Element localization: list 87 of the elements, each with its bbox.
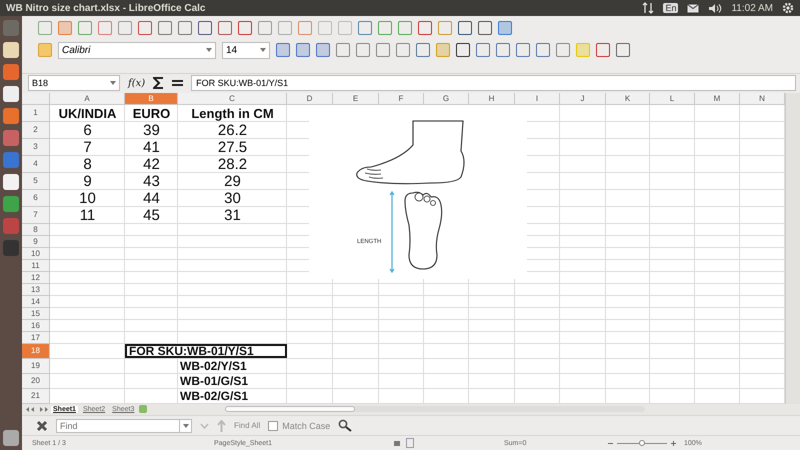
row-header[interactable]: 1 [22,105,50,122]
dropdown-arrow-icon[interactable] [260,48,266,52]
table-cell-text: 45 [142,207,161,224]
zoom-slider[interactable] [639,440,645,446]
column-header[interactable]: A [50,93,125,106]
row-header[interactable]: 15 [22,308,50,320]
network-icon[interactable] [642,2,654,14]
table-cell-text: WB-02/G/S1 [179,389,250,404]
table-cell-text: WB-02/Y/S1 [179,359,248,374]
table-cell-text: 42 [142,156,161,172]
formula-input[interactable]: FOR SKU:WB-01/Y/S1 [191,75,796,92]
font-name-field[interactable]: Calibri [58,42,216,59]
zoom-in-icon[interactable] [671,440,676,446]
table-cell-text: 8 [82,156,93,172]
find-replace-icon[interactable] [338,419,352,432]
row-header[interactable]: 4 [22,156,50,174]
row-header[interactable]: 21 [22,389,50,404]
column-header[interactable]: M [695,93,740,106]
table-cell-text: EURO [132,105,172,122]
zoom-out-icon[interactable] [608,440,613,446]
table-cell-text: 10 [78,190,97,206]
row-header[interactable]: 10 [22,248,50,260]
table-cell-text: 39 [142,122,161,138]
sheet-navigation-icon[interactable] [26,406,48,412]
table-cell-text: 27.5 [216,139,248,156]
table-cell-text: 43 [142,173,161,190]
column-header[interactable]: J [560,93,606,106]
font-size-field[interactable]: 14 [222,42,270,59]
envelope-icon[interactable] [687,4,700,12]
match-case-checkbox[interactable] [268,420,278,431]
speaker-icon[interactable] [708,2,722,14]
clock[interactable]: 11:02 AM [731,2,773,14]
column-header[interactable]: H [469,93,515,106]
table-cell-text: 11 [78,207,96,224]
find-field[interactable]: Find [56,418,180,433]
row-header[interactable]: 9 [22,236,50,248]
row-header[interactable]: 13 [22,284,50,296]
column-header[interactable]: E [333,93,379,106]
vertical-scrollbar[interactable] [785,93,800,404]
table-cell-text: 6 [82,122,93,138]
table-cell-text: 9 [82,173,93,190]
row-header[interactable]: 8 [22,224,50,236]
close-icon[interactable] [36,420,48,432]
row-header[interactable]: 7 [22,207,50,224]
column-header[interactable]: D [287,93,333,106]
row-header[interactable]: 12 [22,272,50,284]
keyboard-layout[interactable]: En [663,3,678,13]
table-cell-text: 41 [142,139,161,156]
column-header[interactable]: G [424,93,469,106]
horizontal-scrollbar[interactable] [225,406,646,412]
row-header[interactable]: 16 [22,320,50,332]
window-title: WB Nitro size chart.xlsx - LibreOffice Calc [6,2,206,14]
table-cell-text: 44 [142,190,161,206]
function-wizard-button[interactable]: f(x) [128,78,146,89]
row-header[interactable]: 17 [22,332,50,344]
column-header[interactable]: L [650,93,695,106]
row-header[interactable]: 20 [22,374,50,390]
table-cell-text: 7 [82,139,93,156]
table-cell-text: 31 [223,207,242,224]
row-header[interactable]: 14 [22,296,50,308]
column-header[interactable]: F [379,93,424,106]
row-header[interactable]: 3 [22,139,50,156]
sum-icon[interactable] [153,77,164,90]
table-cell-text: Length in CM [190,105,275,122]
table-cell-text: 30 [223,190,242,206]
column-header[interactable]: I [515,93,560,106]
row-header[interactable]: 5 [22,173,50,190]
table-cell-text: 29 [223,173,242,190]
row-header[interactable]: 2 [22,122,50,140]
row-header[interactable]: 11 [22,260,50,272]
table-cell-text: WB-01/G/S1 [179,374,250,388]
dropdown-arrow-icon[interactable] [206,48,212,52]
row-header[interactable]: 6 [22,190,50,208]
table-cell: FOR SKU:WB-01/Y/S1 [125,344,287,358]
table-cell-text: 28.2 [216,156,248,172]
dropdown-arrow-icon[interactable] [182,424,188,428]
table-cell-text: UK/INDIA [58,105,118,122]
equals-icon[interactable] [172,79,184,88]
column-header[interactable]: K [606,93,650,106]
table-cell-text: 26.2 [216,122,248,138]
name-box[interactable]: B18 [28,75,120,92]
dropdown-button[interactable] [180,418,192,433]
row-header[interactable]: 19 [22,359,50,374]
column-header[interactable]: C [178,93,287,106]
gear-icon[interactable] [782,2,794,14]
dropdown-arrow-icon[interactable] [110,81,116,86]
column-header[interactable]: N [740,93,785,106]
